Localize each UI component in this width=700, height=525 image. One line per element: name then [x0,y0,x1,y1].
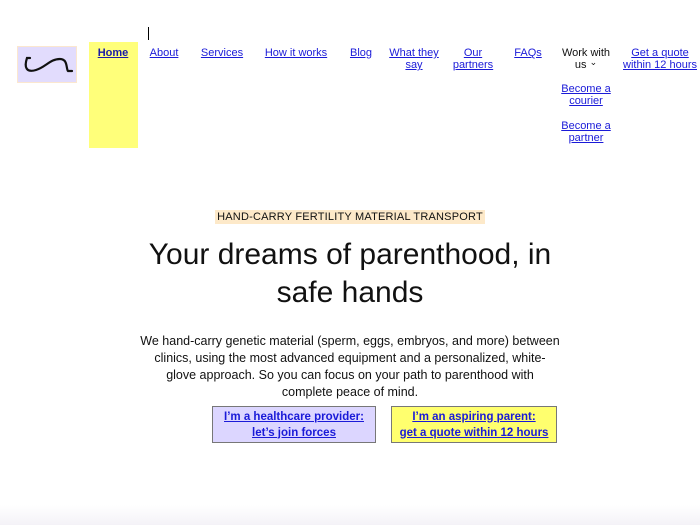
nav-our-partners[interactable]: Our partners [453,47,493,71]
hero-title-line: safe hands [276,276,424,309]
nav-label-line: Work with [561,47,611,59]
aspiring-parent-button[interactable]: I’m an aspiring parent: get a quote withi… [391,406,557,443]
nav-label-line: What they [389,47,439,59]
nav-label-line: Become a [561,83,611,95]
hero-title: Your dreams of parenthood, in safe hands [0,236,700,312]
hero-lead: We hand-carry genetic material (sperm, e… [140,334,560,399]
nav-services[interactable]: Services [201,47,243,59]
hero-title-line: Your dreams of parenthood, in [148,238,552,271]
nav-become-courier[interactable]: Become a courier [561,83,611,107]
chevron-down-icon: ⌄ [589,57,598,67]
bottom-fade [0,505,700,525]
hero-eyebrow: HAND-CARRY FERTILITY MATERIAL TRANSPORT [0,207,700,225]
nav-label-line: us [574,59,587,71]
text-cursor [148,27,149,40]
nav-what-they-say[interactable]: What they say [389,47,439,71]
nav-label-line: Get a quote [631,47,689,59]
button-label-line: I’m an aspiring parent: [412,410,536,423]
nav-faqs[interactable]: FAQs [514,47,542,59]
nav-label-line: partners [452,59,494,71]
nav-label-line: partner [568,132,604,144]
nav-get-quote[interactable]: Get a quote within 12 hours [623,47,697,71]
logo-squiggle-icon [24,56,74,73]
healthcare-provider-button[interactable]: I’m a healthcare provider: let’s join for… [212,406,376,443]
button-label-line: get a quote within 12 hours [399,426,549,439]
nav-how-it-works[interactable]: How it works [265,47,327,59]
nav-label-line: say [405,59,423,71]
nav-blog[interactable]: Blog [350,47,372,59]
nav-label-line: within 12 hours [623,59,697,71]
nav-label-line: courier [569,95,603,107]
hero-eyebrow-text: HAND-CARRY FERTILITY MATERIAL TRANSPORT [215,210,485,224]
button-label-line: let’s join forces [252,426,336,439]
button-label-line: I’m a healthcare provider: [224,410,364,423]
logo[interactable] [17,46,77,83]
nav-home[interactable]: Home [98,47,129,59]
nav-work-with-us-dropdown[interactable]: Work with us ⌄ [562,47,610,71]
nav-label-line: Our [463,47,483,59]
nav-become-partner[interactable]: Become a partner [561,120,611,144]
nav-about[interactable]: About [150,47,179,59]
nav-label-line: Become a [561,120,611,132]
